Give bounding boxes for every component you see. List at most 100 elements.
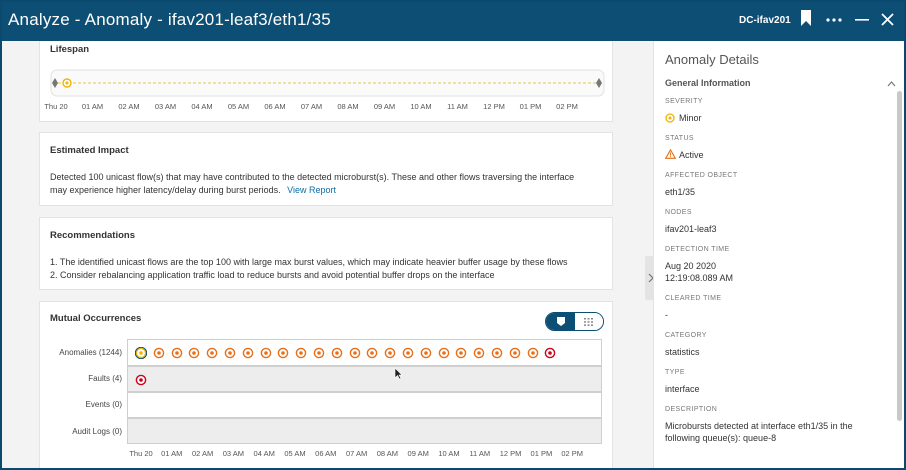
anomaly-marker-icon[interactable] (277, 346, 289, 359)
faults-lane (127, 366, 602, 392)
anomaly-marker-icon[interactable] (260, 346, 272, 359)
grid-view-button[interactable] (575, 313, 603, 330)
anomaly-marker-icon[interactable] (509, 346, 521, 359)
mutual-tick-label: 05 AM (284, 449, 306, 458)
description-label: DESCRIPTION (665, 406, 718, 413)
timeline-view-button[interactable] (546, 313, 575, 330)
mutual-tick-label: Thu 20 (129, 449, 153, 458)
anomaly-marker-icon[interactable] (438, 346, 450, 359)
close-icon[interactable] (881, 13, 901, 35)
more-icon[interactable] (826, 18, 846, 40)
view-report-link[interactable]: View Report (287, 185, 336, 195)
anomaly-marker-icon[interactable] (224, 346, 236, 359)
details-scrollbar[interactable] (897, 91, 902, 421)
mouse-cursor-icon (394, 367, 403, 380)
impact-line1: Detected 100 unicast flow(s) that may ha… (50, 172, 575, 182)
description-line1: Microbursts detected at interface eth1/3… (665, 421, 853, 431)
lifespan-tick-label: 04 AM (191, 102, 213, 111)
chevron-up-icon[interactable] (887, 81, 896, 87)
anomaly-marker-icon[interactable] (473, 346, 485, 359)
type-label: TYPE (665, 369, 685, 376)
impact-card: Estimated Impact Detected 100 unicast fl… (39, 132, 613, 206)
mutual-tick-label: 09 AM (407, 449, 429, 458)
timeline-icon (557, 317, 565, 326)
anomaly-marker-icon[interactable] (134, 346, 148, 360)
audit-logs-row-label: Audit Logs (0) (72, 427, 122, 436)
impact-text: Detected 100 unicast flow(s) that may ha… (50, 171, 610, 197)
anomaly-marker-icon[interactable] (295, 346, 307, 359)
detection-clock: 12:19:08.089 AM (665, 273, 734, 283)
lifespan-tick-label: 12 PM (483, 102, 505, 111)
warning-icon (665, 149, 676, 159)
recommendations-list: 1. The identified unicast flows are the … (50, 256, 615, 282)
mutual-tick-label: 03 AM (222, 449, 245, 458)
lifespan-tick-label: 01 PM (519, 102, 542, 111)
anomaly-marker-icon[interactable] (527, 346, 539, 359)
view-toggle[interactable] (545, 312, 604, 331)
anomalies-row-label: Anomalies (1244) (59, 348, 122, 357)
impact-title: Estimated Impact (50, 145, 129, 156)
anomaly-marker-icon[interactable] (242, 346, 254, 359)
detection-time-label: DETECTION TIME (665, 246, 730, 253)
mutual-tick-label: 07 AM (345, 449, 368, 458)
anomaly-marker-icon[interactable] (491, 346, 503, 359)
lifespan-tick-label: 02 PM (556, 102, 578, 111)
anomaly-marker-icon[interactable] (171, 346, 183, 359)
lifespan-tick-label: Thu 20 (44, 102, 68, 111)
anomaly-marker-icon[interactable] (313, 346, 325, 359)
description-line2: following queue(s): queue-8 (665, 433, 777, 443)
anomaly-marker-icon[interactable] (349, 346, 361, 359)
lifespan-tick-label: 03 AM (154, 102, 177, 111)
affected-object-link[interactable]: eth1/35 (665, 186, 695, 198)
lifespan-tick-label: 02 AM (118, 102, 140, 111)
anomaly-marker-icon[interactable] (206, 346, 218, 359)
bookmark-icon[interactable] (800, 10, 820, 32)
lifespan-tick-label: 09 AM (373, 102, 396, 111)
mutual-tick-label: 01 PM (530, 449, 553, 458)
anomaly-marker-icon[interactable] (455, 346, 467, 359)
mutual-tick-label: 04 AM (253, 449, 275, 458)
severity-value: Minor (679, 113, 702, 123)
general-info-section[interactable]: General Information (665, 78, 751, 88)
fabric-name[interactable]: DC-ifav201 (739, 15, 791, 26)
minor-severity-icon (665, 113, 675, 123)
detection-time-value: Aug 20 2020 12:19:08.089 AM (665, 260, 733, 284)
main-panel: Lifespan Thu 20 01 AM 02 AM 03 AM 04 AM 05 AM… (2, 41, 653, 468)
anomaly-marker-icon[interactable] (402, 346, 414, 359)
category-value: statistics (665, 347, 700, 357)
recommendation-item: 2. Consider rebalancing application traf… (50, 270, 495, 280)
mutual-tick-label: 10 AM (438, 449, 460, 458)
details-heading: Anomaly Details (665, 52, 759, 67)
mutual-tick-label: 12 PM (499, 449, 522, 458)
affected-object-label: AFFECTED OBJECT (665, 172, 738, 179)
detection-date: Aug 20 2020 (665, 261, 717, 271)
mutual-occurrences-card: Mutual Occurrences Anomalies (1244) Faul… (39, 301, 613, 468)
lifespan-tick-label: 08 AM (337, 102, 359, 111)
cleared-time-value: - (665, 310, 668, 320)
anomaly-marker-icon[interactable] (544, 346, 556, 359)
lifespan-tick-label: 01 AM (81, 102, 104, 111)
anomaly-marker-icon[interactable] (153, 346, 165, 359)
lifespan-tick-label: 07 AM (300, 102, 323, 111)
anomaly-marker-icon[interactable] (188, 346, 200, 359)
mutual-tick-label: 11 AM (469, 449, 491, 458)
fault-marker-icon[interactable] (135, 373, 147, 386)
recommendations-card: Recommendations 1. The identified unicas… (39, 217, 613, 290)
grid-icon (584, 318, 593, 326)
mutual-tick-label: 06 AM (315, 449, 337, 458)
nodes-label: NODES (665, 209, 692, 216)
cleared-time-label: CLEARED TIME (665, 295, 722, 302)
title-bar: Analyze - Anomaly - ifav201-leaf3/eth1/3… (2, 2, 904, 41)
anomaly-window: Analyze - Anomaly - ifav201-leaf3/eth1/3… (0, 0, 906, 470)
anomaly-marker-icon[interactable] (366, 346, 378, 359)
anomaly-marker-icon[interactable] (420, 346, 432, 359)
anomalies-lane (127, 339, 602, 366)
description-value: Microbursts detected at interface eth1/3… (665, 420, 890, 444)
lifespan-tick-label: 06 AM (264, 102, 286, 111)
anomaly-details-panel: Anomaly Details General Information SEVE… (653, 41, 904, 468)
minimize-icon[interactable] (855, 19, 875, 41)
events-lane (127, 392, 602, 418)
anomaly-marker-icon[interactable] (384, 346, 396, 359)
anomaly-marker-icon[interactable] (331, 346, 343, 359)
mutual-tick-label: 02 AM (191, 449, 214, 458)
